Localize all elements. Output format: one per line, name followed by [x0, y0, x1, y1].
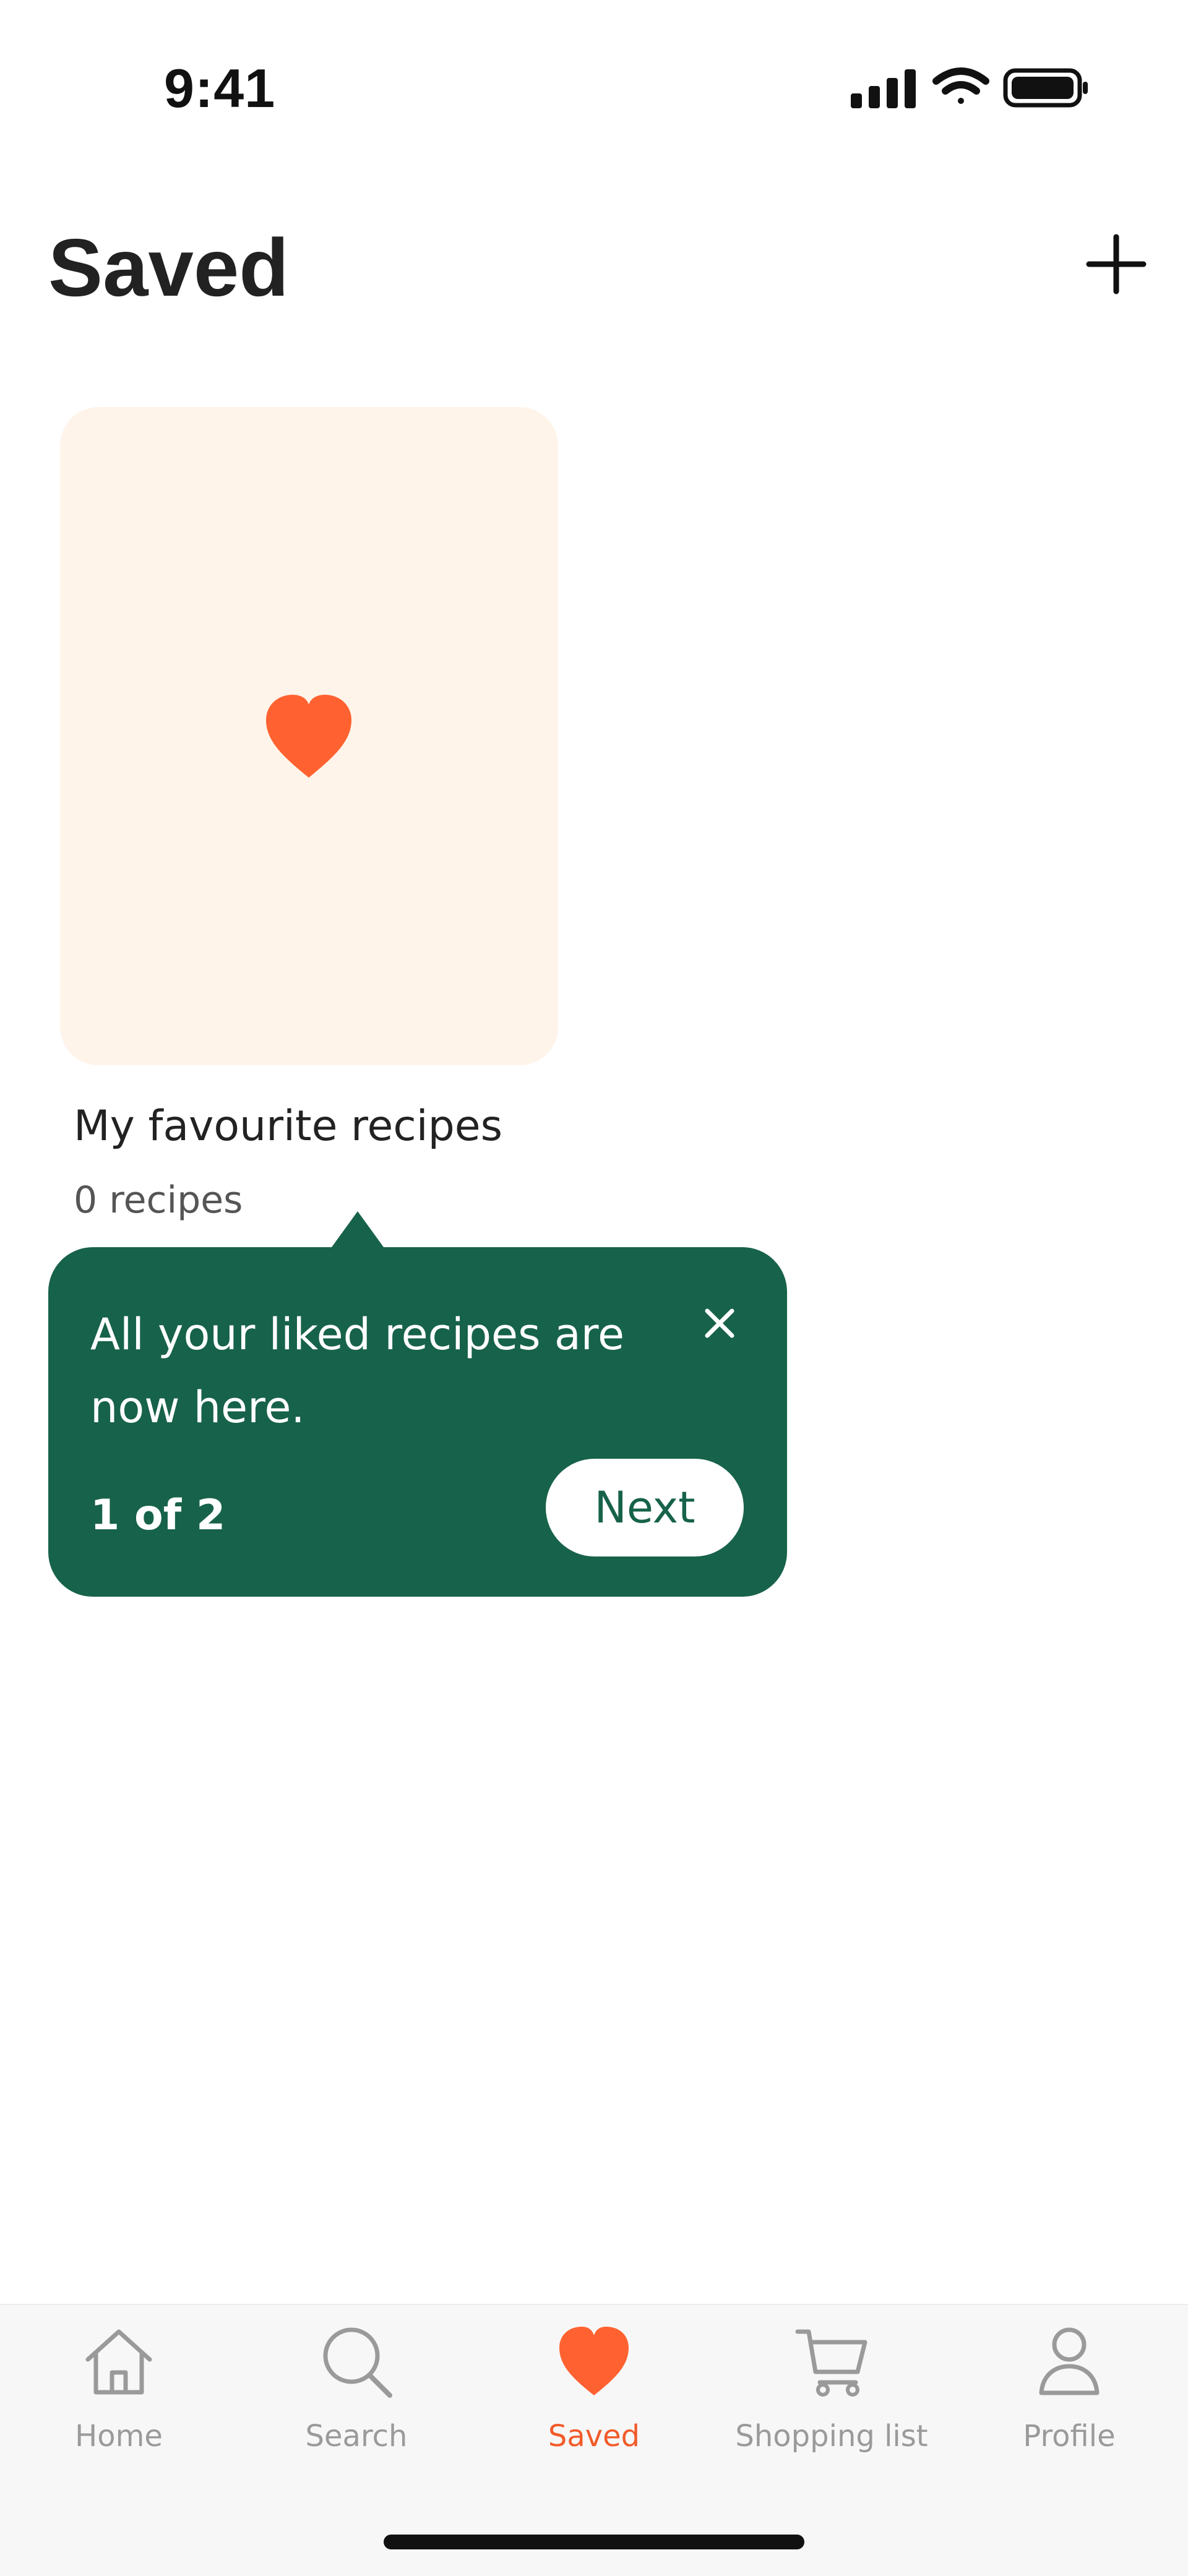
home-icon	[85, 2329, 152, 2395]
home-indicator	[384, 2535, 804, 2549]
profile-icon	[1039, 2327, 1100, 2395]
heart-icon	[266, 695, 351, 778]
tab-saved[interactable]: Saved	[483, 2324, 705, 2491]
tab-search[interactable]: Search	[245, 2324, 468, 2491]
tab-search-label: Search	[305, 2419, 408, 2454]
page-title: Saved	[48, 222, 289, 313]
search-icon	[323, 2327, 392, 2398]
collection-recipe-count: 0 recipes	[74, 1179, 243, 1222]
heart-icon	[559, 2327, 629, 2395]
shopping-cart-icon	[795, 2329, 867, 2397]
coach-mark-step: 1 of 2	[90, 1491, 226, 1540]
tab-home[interactable]: Home	[7, 2324, 230, 2491]
close-icon	[705, 1308, 734, 1338]
cellular-signal-icon	[851, 69, 916, 108]
next-button[interactable]: Next	[546, 1459, 744, 1556]
add-collection-button[interactable]	[1080, 228, 1153, 301]
favourite-recipes-card[interactable]	[60, 407, 558, 1065]
status-bar: 9:41	[0, 0, 1188, 161]
battery-icon	[1003, 68, 1088, 108]
tab-shopping-list-label: Shopping list	[735, 2419, 928, 2454]
plus-icon	[1086, 234, 1147, 294]
tab-profile-label: Profile	[1023, 2419, 1116, 2454]
tab-saved-label: Saved	[548, 2419, 640, 2454]
close-coach-mark-button[interactable]	[697, 1300, 742, 1346]
coach-mark-pointer	[332, 1211, 384, 1247]
status-icons	[851, 67, 1088, 108]
tab-shopping-list[interactable]: Shopping list	[720, 2324, 943, 2491]
status-time: 9:41	[164, 58, 276, 119]
collection-title[interactable]: My favourite recipes	[74, 1100, 668, 1153]
tab-profile[interactable]: Profile	[958, 2324, 1181, 2491]
coach-mark-tooltip: All your liked recipes are now here. 1 o…	[48, 1211, 787, 1597]
wifi-icon	[932, 67, 989, 104]
tab-home-label: Home	[75, 2419, 163, 2454]
coach-mark-message: All your liked recipes are now here.	[90, 1309, 625, 1433]
